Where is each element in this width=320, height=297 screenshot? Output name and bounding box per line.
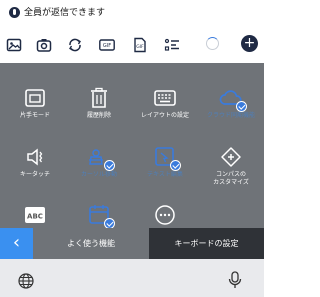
back-button[interactable]: ‹ bbox=[0, 228, 33, 259]
suggest-check-icon bbox=[104, 218, 115, 228]
item-one-hand-mode[interactable]: 片手モード bbox=[2, 73, 68, 127]
clear-history-label: 履歴削除 bbox=[86, 112, 111, 119]
character-count-ring bbox=[206, 37, 219, 50]
compass-icon bbox=[219, 146, 243, 168]
svg-text:ABC: ABC bbox=[27, 213, 43, 221]
one-hand-icon bbox=[23, 87, 47, 109]
tab-keyboard-settings[interactable]: キーボードの設定 bbox=[149, 228, 264, 259]
microphone-icon[interactable] bbox=[228, 271, 242, 289]
svg-text:GIF: GIF bbox=[136, 44, 144, 50]
more-icon bbox=[153, 204, 177, 226]
keyboard-function-panel: 片手モード 履歴削除 レイアウトの設定 クラウド同期機能 キータッチ カーソル移… bbox=[0, 63, 264, 228]
trash-icon bbox=[87, 87, 111, 109]
add-tweet-button[interactable]: + bbox=[241, 35, 258, 52]
reply-setting-label[interactable]: 全員が返信できます bbox=[24, 5, 105, 18]
item-key-touch[interactable]: キータッチ bbox=[2, 132, 68, 186]
key-touch-label: キータッチ bbox=[19, 171, 50, 178]
compose-toolbar: GIF GIF bbox=[0, 29, 264, 63]
tab-common-functions[interactable]: よく使う機能 bbox=[33, 228, 149, 259]
gif-icon[interactable]: GIF bbox=[99, 37, 115, 53]
text-edit-icon bbox=[153, 146, 181, 171]
calendar-icon bbox=[87, 204, 115, 228]
compass-customize-label: コンパスの カスタマイズ bbox=[213, 171, 249, 186]
cursor-move-icon bbox=[87, 146, 115, 171]
reply-setting-icon[interactable] bbox=[9, 7, 20, 18]
sync-icon[interactable] bbox=[67, 37, 83, 53]
gif-file-icon[interactable]: GIF bbox=[132, 37, 148, 53]
cloud-sync-label: クラウド同期機能 bbox=[206, 112, 255, 119]
item-cursor-move[interactable]: カーソル移動 bbox=[66, 132, 132, 186]
svg-text:GIF: GIF bbox=[103, 43, 111, 49]
vibration-icon bbox=[23, 146, 47, 168]
image-icon[interactable] bbox=[6, 37, 22, 53]
abc-icon: ABC bbox=[23, 204, 47, 226]
text-edit-label: テキスト編集 bbox=[147, 171, 183, 178]
cloud-icon bbox=[219, 87, 247, 112]
item-more[interactable] bbox=[132, 190, 198, 228]
keyboard-layout-icon bbox=[153, 87, 177, 109]
cloud-sync-check-icon bbox=[236, 101, 247, 112]
item-abc[interactable]: ABC bbox=[2, 190, 68, 228]
one-hand-label: 片手モード bbox=[19, 112, 50, 119]
item-compass-customize[interactable]: コンパスの カスタマイズ bbox=[198, 132, 264, 186]
camera-icon[interactable] bbox=[36, 37, 52, 53]
item-cloud-sync[interactable]: クラウド同期機能 bbox=[198, 73, 264, 127]
system-keyboard-bar bbox=[0, 259, 264, 297]
cursor-move-check-icon bbox=[104, 160, 115, 171]
keyboard-tabbar: ‹ よく使う機能 キーボードの設定 bbox=[0, 228, 264, 259]
cursor-move-label: カーソル移動 bbox=[80, 171, 117, 178]
item-layout-settings[interactable]: レイアウトの設定 bbox=[132, 73, 198, 127]
compose-header: 全員が返信できます bbox=[0, 0, 264, 29]
globe-icon[interactable] bbox=[18, 273, 34, 289]
list-icon[interactable] bbox=[164, 37, 180, 53]
text-edit-check-icon bbox=[170, 160, 181, 171]
layout-settings-label: レイアウトの設定 bbox=[140, 112, 189, 119]
item-clear-history[interactable]: 履歴削除 bbox=[66, 73, 132, 127]
item-text-edit[interactable]: テキスト編集 bbox=[132, 132, 198, 186]
item-suggest[interactable] bbox=[66, 190, 132, 228]
